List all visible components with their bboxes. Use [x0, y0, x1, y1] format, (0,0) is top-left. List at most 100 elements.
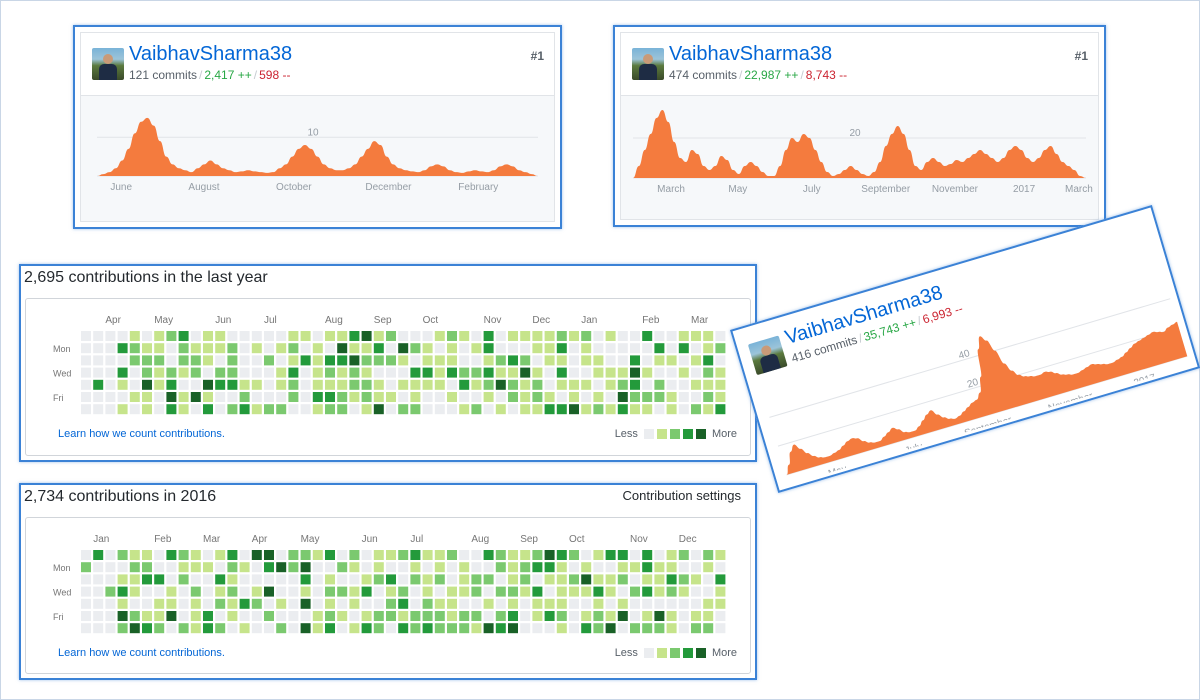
contribution-day[interactable]: [386, 623, 396, 634]
contribution-day[interactable]: [422, 331, 433, 341]
contribution-day[interactable]: [288, 598, 299, 609]
contribution-day[interactable]: [642, 404, 653, 415]
contribution-day[interactable]: [666, 392, 677, 402]
contribution-day[interactable]: [398, 598, 409, 609]
contribution-day[interactable]: [483, 404, 494, 415]
contribution-day[interactable]: [117, 550, 128, 560]
contribution-day[interactable]: [703, 331, 714, 341]
contribution-day[interactable]: [581, 367, 592, 378]
contribution-day[interactable]: [556, 562, 567, 573]
contribution-day[interactable]: [703, 379, 714, 390]
contribution-day[interactable]: [532, 623, 543, 634]
contribution-day[interactable]: [129, 574, 140, 585]
contribution-day[interactable]: [93, 611, 104, 621]
contribution-day[interactable]: [227, 574, 238, 585]
contribution-day[interactable]: [715, 611, 726, 621]
contribution-day[interactable]: [276, 623, 287, 634]
contribution-day[interactable]: [276, 586, 287, 597]
contribution-day[interactable]: [544, 550, 555, 560]
contribution-day[interactable]: [373, 574, 384, 585]
contribution-day[interactable]: [617, 623, 628, 634]
contribution-day[interactable]: [361, 343, 372, 354]
contribution-day[interactable]: [93, 392, 104, 402]
contribution-day[interactable]: [398, 586, 409, 597]
contribution-day[interactable]: [190, 598, 201, 609]
contribution-day[interactable]: [239, 404, 250, 415]
contribution-day[interactable]: [434, 343, 445, 354]
contribution-day[interactable]: [227, 379, 238, 390]
contribution-day[interactable]: [447, 355, 457, 366]
contribution-day[interactable]: [691, 404, 701, 415]
contribution-day[interactable]: [361, 331, 372, 341]
contribution-day[interactable]: [410, 611, 421, 621]
contribution-day[interactable]: [434, 574, 445, 585]
contribution-day[interactable]: [483, 331, 494, 341]
contribution-day[interactable]: [386, 562, 396, 573]
contribution-day[interactable]: [276, 355, 287, 366]
contribution-day[interactable]: [654, 404, 665, 415]
contribution-day[interactable]: [129, 343, 140, 354]
contribution-day[interactable]: [666, 331, 677, 341]
contribution-day[interactable]: [373, 367, 384, 378]
contribution-day[interactable]: [300, 379, 311, 390]
contribution-day[interactable]: [678, 343, 689, 354]
contribution-day[interactable]: [715, 598, 726, 609]
contribution-day[interactable]: [129, 611, 140, 621]
contribution-day[interactable]: [508, 379, 518, 390]
contribution-day[interactable]: [447, 392, 457, 402]
contribution-day[interactable]: [373, 586, 384, 597]
contribution-day[interactable]: [617, 331, 628, 341]
contribution-day[interactable]: [190, 611, 201, 621]
contribution-day[interactable]: [288, 343, 299, 354]
contribution-day[interactable]: [508, 574, 518, 585]
contribution-day[interactable]: [605, 392, 616, 402]
contribution-day[interactable]: [630, 598, 640, 609]
contribution-day[interactable]: [337, 404, 348, 415]
contribution-day[interactable]: [593, 550, 604, 560]
contribution-day[interactable]: [117, 331, 128, 341]
contribution-day[interactable]: [251, 331, 262, 341]
avatar[interactable]: [632, 48, 664, 80]
contribution-day[interactable]: [398, 611, 409, 621]
contribution-day[interactable]: [593, 367, 604, 378]
contribution-day[interactable]: [605, 404, 616, 415]
contribution-day[interactable]: [605, 331, 616, 341]
contribution-day[interactable]: [361, 598, 372, 609]
contribution-day[interactable]: [337, 550, 348, 560]
contribution-day[interactable]: [312, 611, 323, 621]
contribution-day[interactable]: [678, 367, 689, 378]
contribution-day[interactable]: [471, 392, 482, 402]
contribution-day[interactable]: [154, 598, 165, 609]
contribution-day[interactable]: [312, 331, 323, 341]
contribution-day[interactable]: [678, 586, 689, 597]
contribution-day[interactable]: [520, 367, 531, 378]
contribution-day[interactable]: [129, 379, 140, 390]
contribution-day[interactable]: [398, 574, 409, 585]
contribution-day[interactable]: [605, 379, 616, 390]
contribution-day[interactable]: [520, 392, 531, 402]
contribution-day[interactable]: [129, 550, 140, 560]
learn-contributions-link[interactable]: Learn how we count contributions.: [58, 428, 225, 440]
contribution-day[interactable]: [508, 331, 518, 341]
contribution-day[interactable]: [227, 392, 238, 402]
contribution-day[interactable]: [264, 392, 274, 402]
contribution-day[interactable]: [105, 611, 116, 621]
contribution-day[interactable]: [142, 562, 152, 573]
contribution-day[interactable]: [93, 623, 104, 634]
contribution-day[interactable]: [251, 586, 262, 597]
contribution-day[interactable]: [81, 550, 91, 560]
contribution-day[interactable]: [142, 392, 152, 402]
contribution-day[interactable]: [203, 379, 213, 390]
contribution-day[interactable]: [715, 331, 726, 341]
contribution-day[interactable]: [386, 367, 396, 378]
contribution-day[interactable]: [508, 343, 518, 354]
contribution-day[interactable]: [349, 392, 360, 402]
contribution-day[interactable]: [422, 562, 433, 573]
contribution-day[interactable]: [142, 404, 152, 415]
contribution-day[interactable]: [398, 392, 409, 402]
contribution-day[interactable]: [459, 562, 470, 573]
contribution-day[interactable]: [715, 550, 726, 560]
contribution-day[interactable]: [264, 355, 274, 366]
contribution-day[interactable]: [483, 623, 494, 634]
contribution-day[interactable]: [203, 367, 213, 378]
